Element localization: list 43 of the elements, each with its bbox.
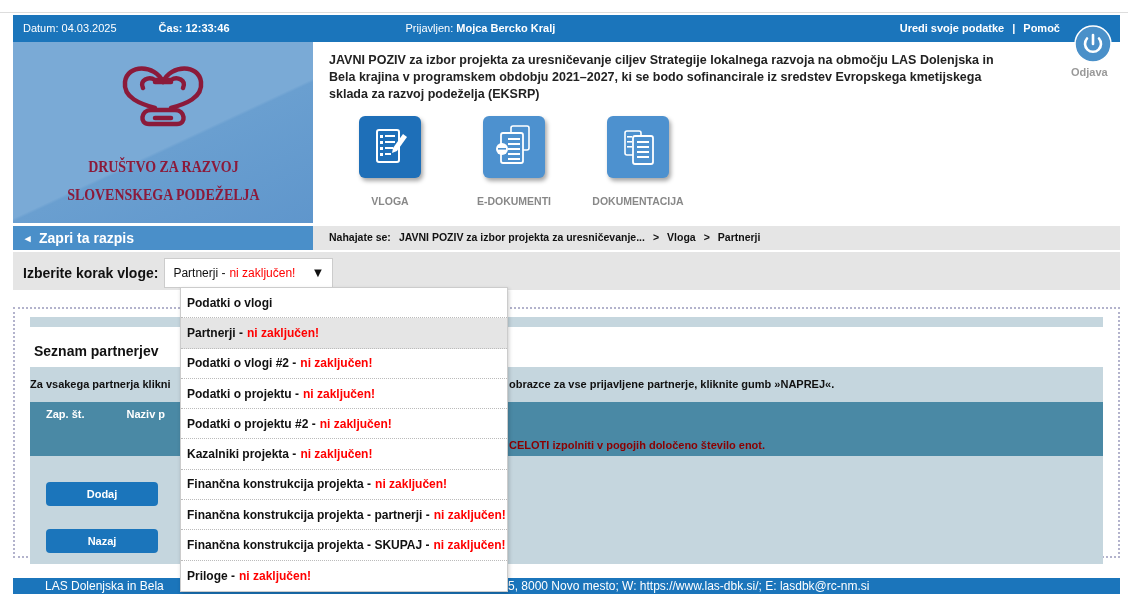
dropdown-option[interactable]: Partnerji - ni zaključen!	[181, 318, 507, 349]
time-text: Čas: 12:33:46	[158, 21, 230, 37]
tile-label[interactable]: E-DOKUMENTI	[476, 194, 552, 210]
section-title: Seznam partnerjev	[33, 342, 159, 361]
breadcrumb-separator: >	[652, 230, 660, 246]
dropdown-option[interactable]: Finančna konstrukcija projekta - SKUPAJ - ni zaključen!	[181, 530, 507, 561]
dropdown-option[interactable]: Priloge - ni zaključen!	[181, 560, 507, 591]
documents-icon[interactable]	[607, 116, 669, 178]
column-header: Zap. št.	[46, 407, 85, 422]
form-edit-icon[interactable]	[359, 116, 421, 178]
warning-text: CELOTI izpolniti v pogojih določeno število enot.	[509, 438, 766, 453]
call-title: JAVNI POZIV za izbor projekta za uresničevanje ciljev Strategije lokalnega razvoja na območju LAS Dolenjska in Bela krajina v programskem obdobju 2021–2027, ki se bodo sofinancirale iz sredstev Evropskega kmetijskega sklada za razvoj podeželja (EKSRP)	[329, 52, 995, 103]
e-document-icon[interactable]	[483, 116, 545, 178]
footer-text: 5, 8000 Novo mesto; W: https://www.las-dbk.si/; E: lasdbk@rc-nm.si	[508, 579, 870, 594]
dropdown-option[interactable]: Podatki o projektu #2 - ni zaključen!	[181, 409, 507, 440]
link-separator: |	[1012, 21, 1016, 37]
dropdown-option[interactable]: Finančna konstrukcija projekta - partnerji - ni zaključen!	[181, 500, 507, 531]
breadcrumb-link[interactable]: Vloga	[667, 230, 696, 246]
tile-label[interactable]: VLOGA	[371, 194, 409, 210]
dropdown-option[interactable]: Podatki o vlogi #2 - ni zaključen!	[181, 348, 507, 379]
action-button[interactable]: Nazaj	[46, 529, 158, 553]
breadcrumb-link[interactable]: JAVNI POZIV za izbor projekta za uresničevanje...	[398, 230, 645, 246]
instruction-text: Za vsakega partnerja klikni	[30, 377, 172, 393]
dropdown-option[interactable]: Podatki o projektu - ni zaključen!	[181, 378, 507, 410]
footer-text: LAS Dolenjska in Bela	[44, 579, 165, 594]
step-select[interactable]: Partnerji - ni zaključen! ▼	[164, 258, 334, 288]
logo-text: SLOVENSKEGA PODEŽELJA	[66, 184, 260, 206]
breadcrumb-label: Nahajate se:	[329, 230, 391, 246]
instruction-text: obrazce za vse prijavljene partnerje, kliknite gumb »NAPREJ«.	[509, 377, 835, 393]
breadcrumb-separator: >	[703, 230, 710, 246]
column-header: Naziv p	[126, 407, 166, 422]
step-label: Izberite korak vloge:	[23, 264, 159, 283]
dropdown-option[interactable]: Finančna konstrukcija projekta - ni zaključen!	[181, 469, 507, 501]
tile-label[interactable]: DOKUMENTACIJA	[592, 194, 684, 210]
date-text: Datum: 04.03.2025	[23, 21, 117, 37]
power-icon[interactable]	[1074, 25, 1112, 63]
logged-user-text: Prijavljen: Mojca Bercko Kralj	[405, 21, 556, 37]
dropdown-option[interactable]: Kazalniki projekta - ni zaključen!	[181, 439, 507, 470]
breadcrumb-link[interactable]: Partnerji	[717, 230, 761, 246]
logo-text: DRUŠTVO ZA RAZVOJ	[86, 156, 240, 178]
header-link[interactable]: Uredi svoje podatke	[899, 20, 1005, 37]
action-button[interactable]: Dodaj	[46, 482, 158, 506]
header-link[interactable]: Pomoč	[1023, 20, 1060, 37]
